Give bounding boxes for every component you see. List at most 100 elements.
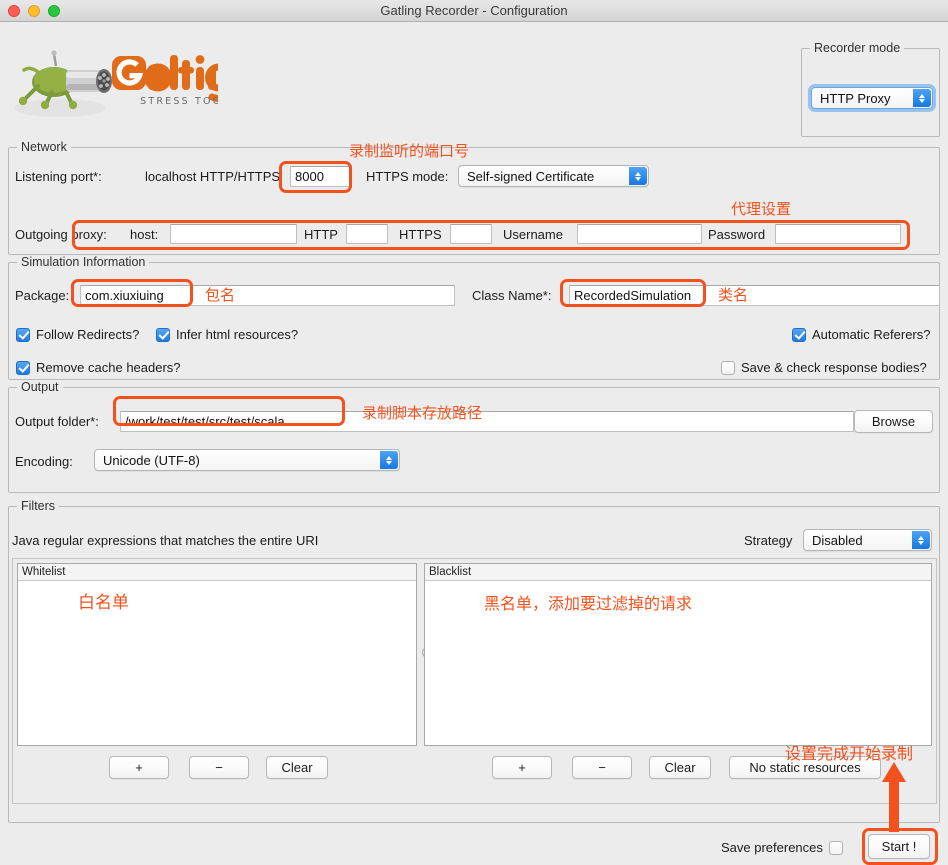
browse-button[interactable]: Browse <box>854 410 933 433</box>
whitelist-clear-label: Clear <box>281 760 313 775</box>
proxy-https-label: HTTPS <box>399 227 442 242</box>
blacklist-add-label: + <box>518 760 526 775</box>
network-group-title: Network <box>17 140 71 154</box>
checkbox-box <box>792 327 806 342</box>
save-check-response-bodies-label: Save & check response bodies? <box>741 360 927 375</box>
blacklist-remove-label: − <box>598 760 606 775</box>
output-group-title: Output <box>17 380 63 394</box>
output-folder-value: /work/test/test/src/test/scala <box>125 414 285 429</box>
recorder-mode-value: HTTP Proxy <box>820 90 891 106</box>
whitelist-add-label: + <box>135 760 143 775</box>
whitelist-clear-button[interactable]: Clear <box>266 756 328 779</box>
proxy-password-input[interactable] <box>775 224 901 244</box>
listening-port-input[interactable]: 8000 <box>290 166 352 187</box>
checkbox-box <box>828 840 843 855</box>
simulation-group-title: Simulation Information <box>17 255 150 269</box>
https-mode-select[interactable]: Self-signed Certificate <box>458 165 649 187</box>
outgoing-proxy-label: Outgoing proxy: <box>15 227 107 242</box>
window-title: Gatling Recorder - Configuration <box>380 3 568 18</box>
listening-port-value: 8000 <box>295 169 324 184</box>
proxy-host-label: host: <box>130 227 159 242</box>
recorder-mode-select[interactable]: HTTP Proxy <box>811 87 933 109</box>
strategy-value: Disabled <box>812 532 863 548</box>
filters-group: Filters Java regular expressions that ma… <box>8 499 940 823</box>
blacklist-remove-button[interactable]: − <box>572 756 632 779</box>
save-preferences-checkbox[interactable]: Save preferences <box>721 840 843 855</box>
annotation-class-name-text: 类名 <box>718 286 749 304</box>
save-preferences-label: Save preferences <box>721 840 823 855</box>
listening-port-label: Listening port*: <box>15 169 102 184</box>
minimize-button[interactable] <box>28 5 40 17</box>
filters-panel: Whitelist Blacklist + − Clear + − Clear … <box>12 558 937 804</box>
output-folder-input[interactable]: /work/test/test/src/test/scala <box>120 411 854 432</box>
title-bar: Gatling Recorder - Configuration <box>0 0 948 22</box>
zoom-button[interactable] <box>48 5 60 17</box>
class-name-input[interactable]: RecordedSimulation <box>569 285 940 306</box>
package-label: Package: <box>15 288 70 303</box>
annotation-start-text: 设置完成开始录制 <box>785 744 914 763</box>
whitelist-header: Whitelist <box>18 564 416 581</box>
whitelist-remove-button[interactable]: − <box>189 756 249 779</box>
checkbox-box <box>721 360 735 375</box>
remove-cache-headers-checkbox[interactable]: Remove cache headers? <box>16 360 181 375</box>
encoding-value: Unicode (UTF-8) <box>103 452 200 468</box>
whitelist-remove-label: − <box>215 760 223 775</box>
chevron-updown-icon[interactable] <box>629 167 647 185</box>
blacklist-clear-label: Clear <box>664 760 696 775</box>
gatling-logo: STRESS TOOL <box>8 42 218 120</box>
follow-redirects-checkbox[interactable]: Follow Redirects? <box>16 327 139 342</box>
chevron-updown-icon[interactable] <box>913 89 931 107</box>
proxy-username-input[interactable] <box>577 224 702 244</box>
package-input[interactable]: com.xiuxiuing <box>80 285 455 306</box>
annotation-output-folder-text: 录制脚本存放路径 <box>362 404 483 422</box>
class-name-value: RecordedSimulation <box>574 288 692 303</box>
remove-cache-headers-label: Remove cache headers? <box>36 360 181 375</box>
annotation-blacklist-text: 黑名单，添加要过滤掉的请求 <box>484 594 693 613</box>
infer-html-resources-checkbox[interactable]: Infer html resources? <box>156 327 298 342</box>
automatic-referers-checkbox[interactable]: Automatic Referers? <box>792 327 931 342</box>
window-controls <box>8 5 60 17</box>
proxy-username-label: Username <box>503 227 563 242</box>
localhost-label: localhost HTTP/HTTPS <box>145 169 281 184</box>
annotation-package-text: 包名 <box>205 286 236 304</box>
automatic-referers-label: Automatic Referers? <box>812 327 931 342</box>
https-mode-value: Self-signed Certificate <box>467 168 595 184</box>
close-button[interactable] <box>8 5 20 17</box>
proxy-http-label: HTTP <box>304 227 338 242</box>
infer-html-resources-label: Infer html resources? <box>176 327 299 342</box>
blacklist-add-button[interactable]: + <box>492 756 552 779</box>
proxy-https-port-input[interactable] <box>450 224 492 244</box>
browse-button-label: Browse <box>871 414 916 429</box>
blacklist-header: Blacklist <box>425 564 931 581</box>
window-content: STRESS TOOL Recorder mode HTTP Proxy Net… <box>0 22 948 865</box>
checkbox-box <box>16 327 30 342</box>
annotation-arrow-icon <box>882 762 906 832</box>
proxy-password-label: Password <box>708 227 766 242</box>
chevron-updown-icon[interactable] <box>912 531 930 549</box>
encoding-select[interactable]: Unicode (UTF-8) <box>94 449 400 471</box>
gatling-logo-icon: STRESS TOOL <box>14 50 218 117</box>
annotation-port-text: 录制监听的端口号 <box>349 142 470 160</box>
recorder-mode-group-title: Recorder mode <box>810 41 905 55</box>
class-name-label: Class Name*: <box>472 288 552 303</box>
proxy-host-input[interactable] <box>170 224 297 244</box>
strategy-label: Strategy <box>744 533 793 548</box>
filters-hint: Java regular expressions that matches th… <box>12 533 319 548</box>
checkbox-box <box>16 360 30 375</box>
annotation-whitelist-text: 白名单 <box>78 593 129 613</box>
blacklist-clear-button[interactable]: Clear <box>649 756 711 779</box>
simulation-information-group: Simulation Information Package: com.xiux… <box>8 255 940 380</box>
proxy-http-port-input[interactable] <box>346 224 388 244</box>
save-check-response-bodies-checkbox[interactable]: Save & check response bodies? <box>721 360 927 375</box>
chevron-updown-icon[interactable] <box>380 451 398 469</box>
gatling-recorder-window: Gatling Recorder - Configuration STRESS … <box>0 0 948 865</box>
checkbox-box <box>156 327 170 342</box>
encoding-label: Encoding: <box>15 454 73 469</box>
whitelist-add-button[interactable]: + <box>109 756 169 779</box>
recorder-mode-group: Recorder mode HTTP Proxy <box>801 41 940 137</box>
filters-group-title: Filters <box>17 499 60 513</box>
whitelist-pane[interactable]: Whitelist <box>17 563 417 746</box>
output-folder-label: Output folder*: <box>15 414 99 429</box>
package-value: com.xiuxiuing <box>85 288 164 303</box>
strategy-select[interactable]: Disabled <box>803 529 932 551</box>
